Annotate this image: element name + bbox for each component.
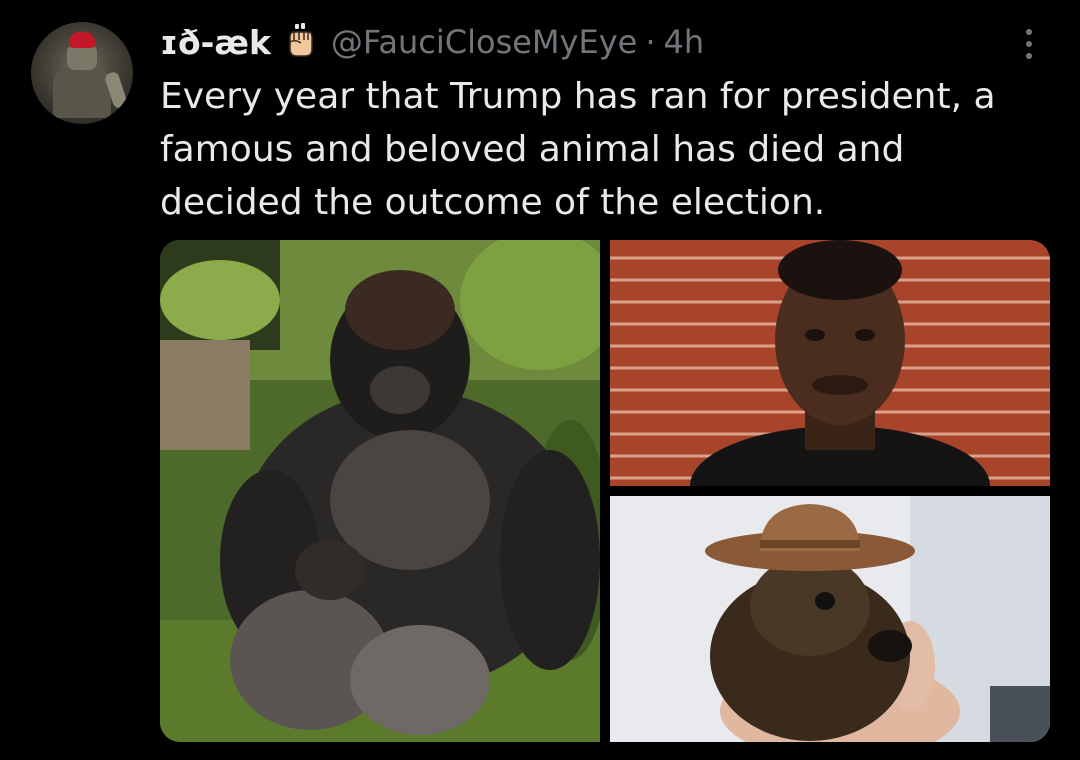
tweet-text-line: Every year that Trump has ran for presid… xyxy=(160,76,996,117)
tweet-card[interactable]: ɪð-æk @FauciCloseMyEye · 4h Every year t… xyxy=(0,0,1080,760)
author-handle[interactable]: @FauciCloseMyEye xyxy=(331,23,637,61)
more-options-icon[interactable] xyxy=(1013,24,1045,64)
squirrel-cowboy-hat-photo[interactable] xyxy=(610,496,1050,742)
author-display-name[interactable]: ɪð-æk xyxy=(160,23,271,62)
tweet-timestamp[interactable]: 4h xyxy=(663,23,704,61)
avatar-red-helmet xyxy=(69,32,95,48)
header-separator: · xyxy=(645,23,656,61)
gorilla-photo[interactable] xyxy=(160,240,600,742)
avatar-figure-body xyxy=(53,68,111,118)
tweet-text-line: famous and beloved animal has died and xyxy=(160,129,905,170)
tweet-header: ɪð-æk @FauciCloseMyEye · 4h xyxy=(160,20,704,64)
tweet-text-line: decided the outcome of the election. xyxy=(160,182,826,223)
tweet-text: Every year that Trump has ran for presid… xyxy=(160,70,1040,229)
man-portrait-photo[interactable] xyxy=(610,240,1050,486)
avatar[interactable] xyxy=(31,22,133,124)
media-grid xyxy=(160,240,1050,742)
raised-fist-icon xyxy=(281,23,319,61)
